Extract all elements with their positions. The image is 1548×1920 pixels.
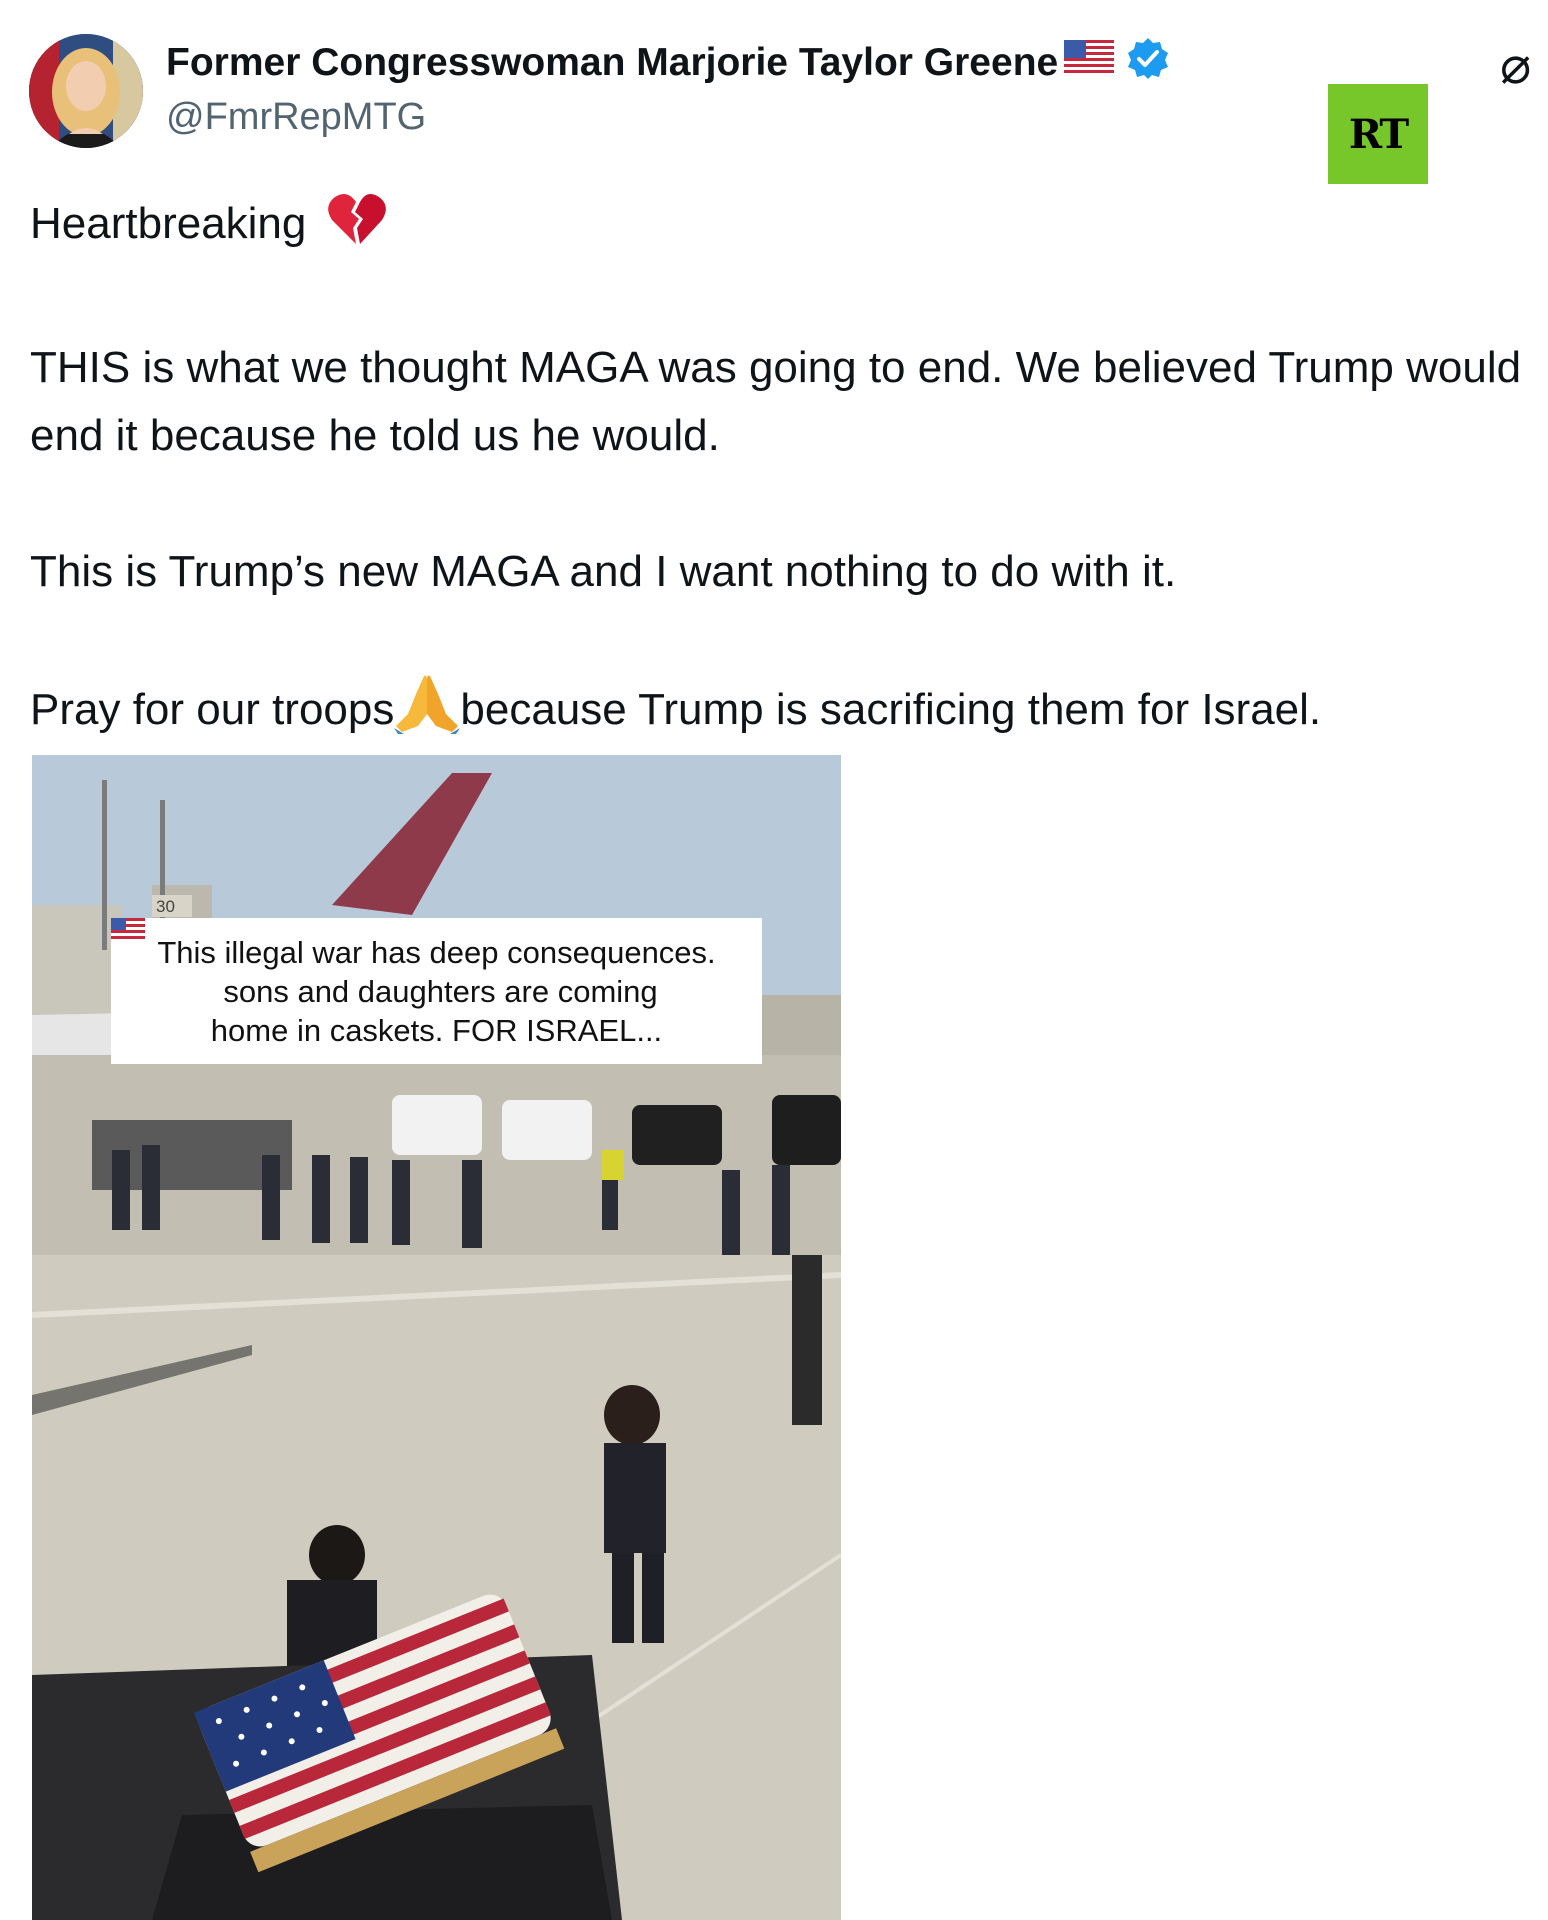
verified-badge-icon [1126, 36, 1170, 90]
sign-number: 30 [156, 897, 175, 916]
tweet-paragraph-2: THIS is what we thought MAGA was going t… [30, 343, 1522, 460]
us-flag-icon [1064, 40, 1115, 86]
display-name[interactable]: Former Congresswoman Marjorie Taylor Gre… [166, 36, 1170, 90]
tweet-line-1: Heartbreaking [30, 190, 1540, 266]
tweet-video[interactable]: 30 This illegal war has deep consequence… [32, 755, 841, 1920]
caption-line-3: home in caskets. FOR ISRAEL... [210, 1012, 663, 1048]
caption-line-2: sons and daughters are coming [111, 918, 658, 1011]
handle[interactable]: @FmrRepMTG [166, 96, 426, 139]
rt-logo-text: RT [1348, 110, 1409, 158]
tweet-paragraph-3: This is Trump’s new MAGA and I want noth… [30, 547, 1177, 596]
tweet-text: Heartbreaking THIS is what we thought MA… [30, 190, 1540, 754]
video-caption: This illegal war has deep consequences. … [111, 918, 762, 1064]
rt-logo: RT [1328, 84, 1428, 184]
avatar[interactable] [29, 34, 143, 148]
tweet-paragraph-4: Pray for our troops because Trump is sac… [30, 674, 1540, 754]
caption-line-1: This illegal war has deep consequences. [157, 934, 716, 970]
praying-hands-icon [394, 674, 461, 754]
broken-heart-icon [327, 192, 387, 266]
display-name-text: Former Congresswoman Marjorie Taylor Gre… [166, 41, 1059, 84]
slashed-circle-icon[interactable]: ⌀ [1500, 40, 1531, 92]
